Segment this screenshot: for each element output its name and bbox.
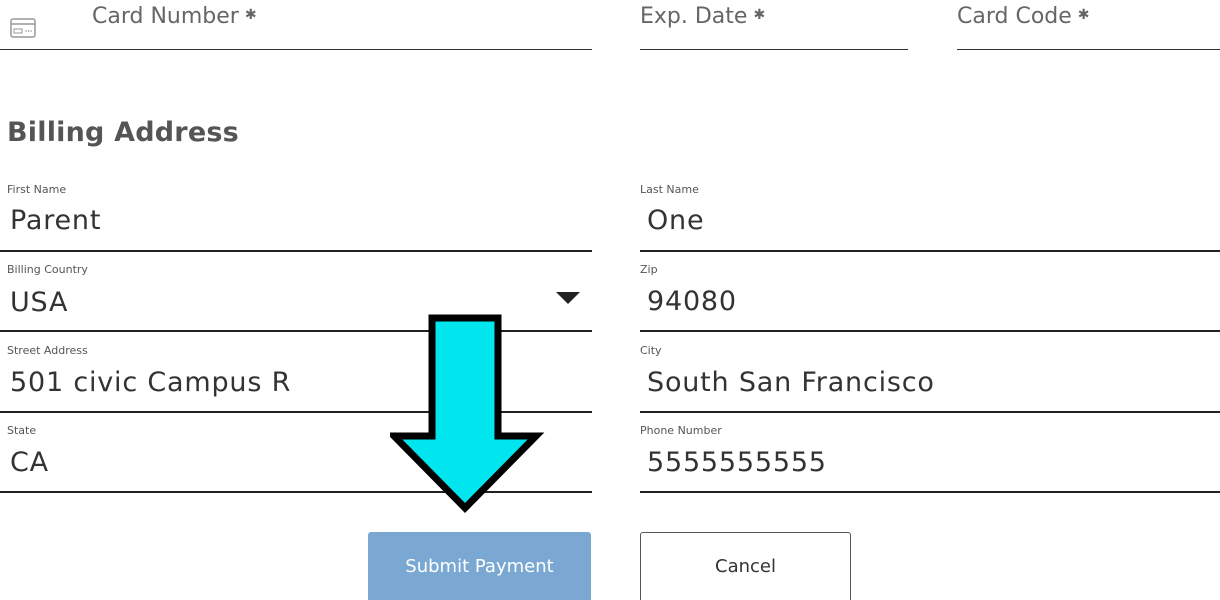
city-value: South San Francisco <box>647 367 935 398</box>
zip-underline <box>640 330 1220 332</box>
billing-address-title: Billing Address <box>7 117 239 148</box>
exp-date-field[interactable]: Exp. Date ✱ <box>640 0 908 52</box>
credit-card-icon <box>10 18 36 38</box>
required-mark: ✱ <box>753 7 766 23</box>
caret-down-icon[interactable] <box>555 291 581 305</box>
phone-number-field[interactable]: Phone Number 5555555555 <box>640 421 1220 493</box>
card-code-placeholder: Card Code <box>957 4 1072 29</box>
last-name-underline <box>640 250 1220 252</box>
last-name-value: One <box>647 205 705 236</box>
card-number-underline <box>0 49 592 50</box>
first-name-underline <box>0 250 592 252</box>
submit-payment-button[interactable]: Submit Payment <box>368 532 591 600</box>
card-code-underline <box>957 49 1220 50</box>
required-mark: ✱ <box>1077 7 1090 23</box>
card-number-field[interactable]: Card Number ✱ <box>0 0 592 52</box>
billing-country-label: Billing Country <box>7 263 88 276</box>
cancel-button[interactable]: Cancel <box>640 532 851 600</box>
city-label: City <box>640 344 662 357</box>
zip-label: Zip <box>640 263 658 276</box>
last-name-label: Last Name <box>640 183 699 196</box>
exp-date-underline <box>640 49 908 50</box>
first-name-value: Parent <box>10 205 102 236</box>
phone-number-underline <box>640 491 1220 493</box>
phone-number-value: 5555555555 <box>647 447 827 478</box>
first-name-label: First Name <box>7 183 67 196</box>
zip-value: 94080 <box>647 286 737 317</box>
arrow-down-icon <box>390 314 545 513</box>
card-code-field[interactable]: Card Code ✱ <box>957 0 1220 52</box>
street-address-label: Street Address <box>7 344 88 357</box>
phone-number-label: Phone Number <box>640 424 722 437</box>
city-field[interactable]: City South San Francisco <box>640 341 1220 413</box>
state-label: State <box>7 424 37 437</box>
street-address-value: 501 civic Campus R <box>10 367 292 398</box>
billing-country-value: USA <box>10 287 69 318</box>
zip-field[interactable]: Zip 94080 <box>640 260 1220 332</box>
exp-date-placeholder: Exp. Date <box>640 4 748 29</box>
card-number-placeholder: Card Number <box>92 4 239 29</box>
required-mark: ✱ <box>244 7 257 23</box>
state-value: CA <box>10 447 49 478</box>
city-underline <box>640 411 1220 413</box>
first-name-field[interactable]: First Name Parent <box>0 180 592 252</box>
last-name-field[interactable]: Last Name One <box>640 180 1220 252</box>
